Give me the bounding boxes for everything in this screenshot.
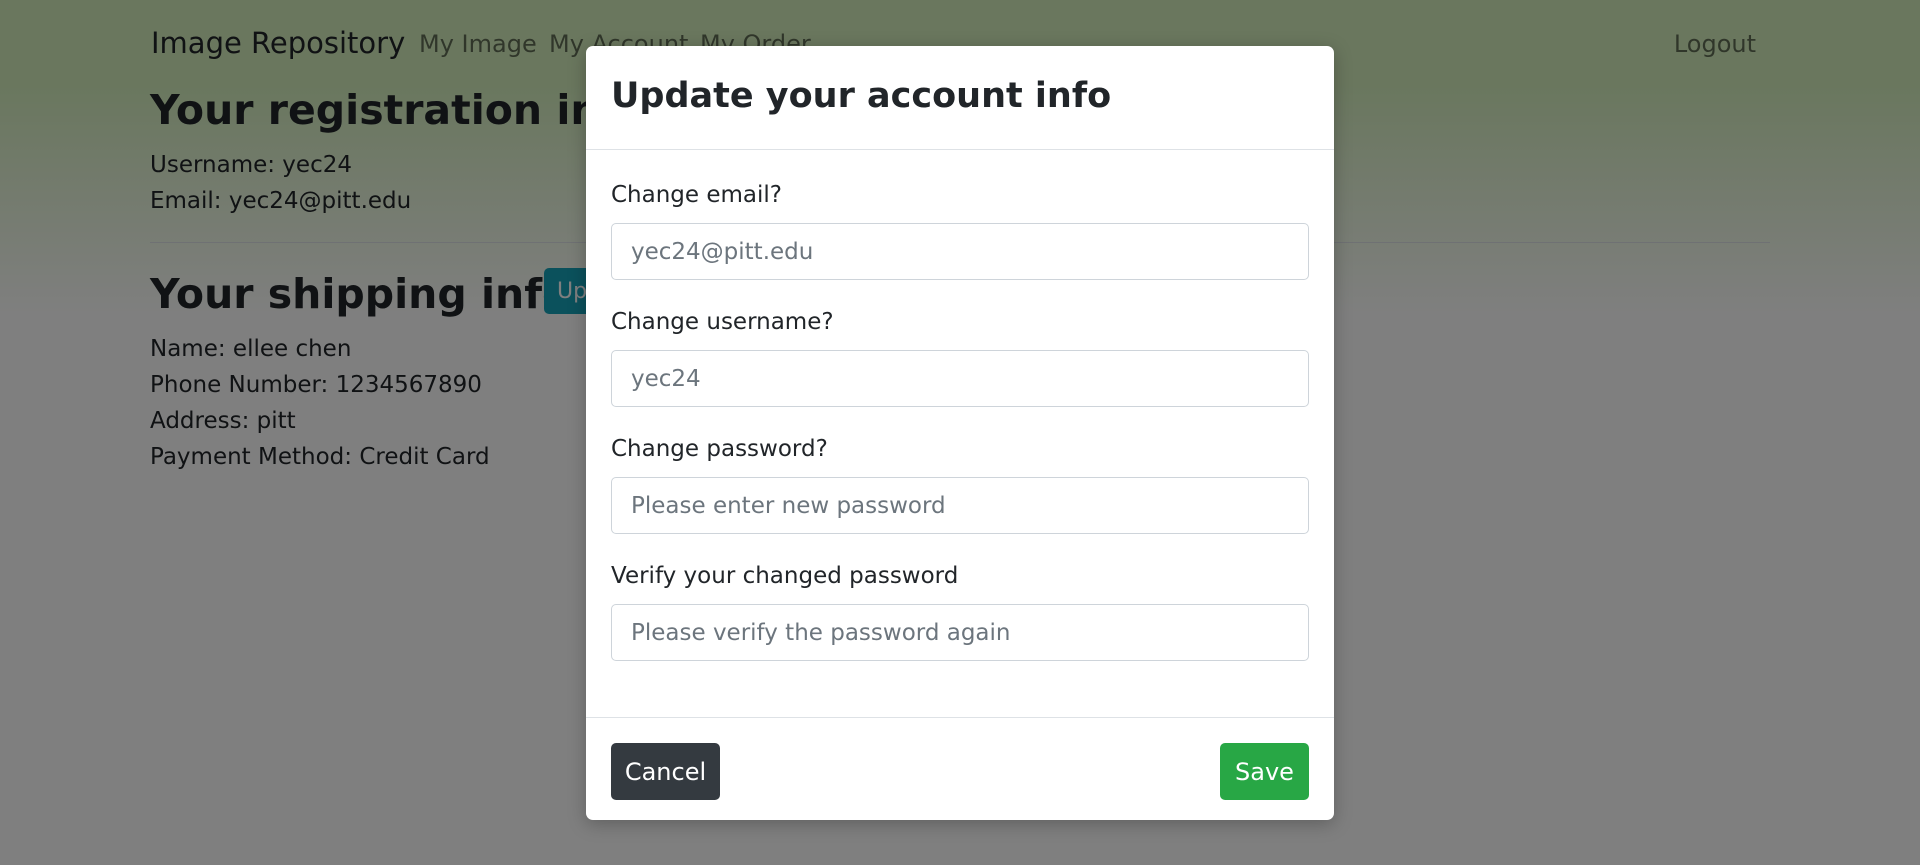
email-label: Change email? (611, 182, 783, 208)
modal-header: Update your account info (586, 46, 1334, 150)
modal-title: Update your account info (611, 76, 1112, 116)
cancel-button[interactable]: Cancel (611, 743, 720, 800)
verify-password-field[interactable] (611, 604, 1309, 661)
email-form-group: Change email? (611, 182, 1309, 280)
password-form-group: Change password? (611, 436, 1309, 534)
save-button[interactable]: Save (1220, 743, 1309, 800)
verify-password-label: Verify your changed password (611, 563, 959, 589)
update-account-modal: Update your account info Change email? C… (586, 46, 1334, 820)
password-label: Change password? (611, 436, 828, 462)
password-field[interactable] (611, 477, 1309, 534)
modal-body: Change email? Change username? Change pa… (586, 150, 1334, 718)
username-label: Change username? (611, 309, 834, 335)
email-field[interactable] (611, 223, 1309, 280)
username-field[interactable] (611, 350, 1309, 407)
username-form-group: Change username? (611, 309, 1309, 407)
verify-password-form-group: Verify your changed password (611, 563, 1309, 661)
modal-footer: Cancel Save (586, 718, 1334, 818)
